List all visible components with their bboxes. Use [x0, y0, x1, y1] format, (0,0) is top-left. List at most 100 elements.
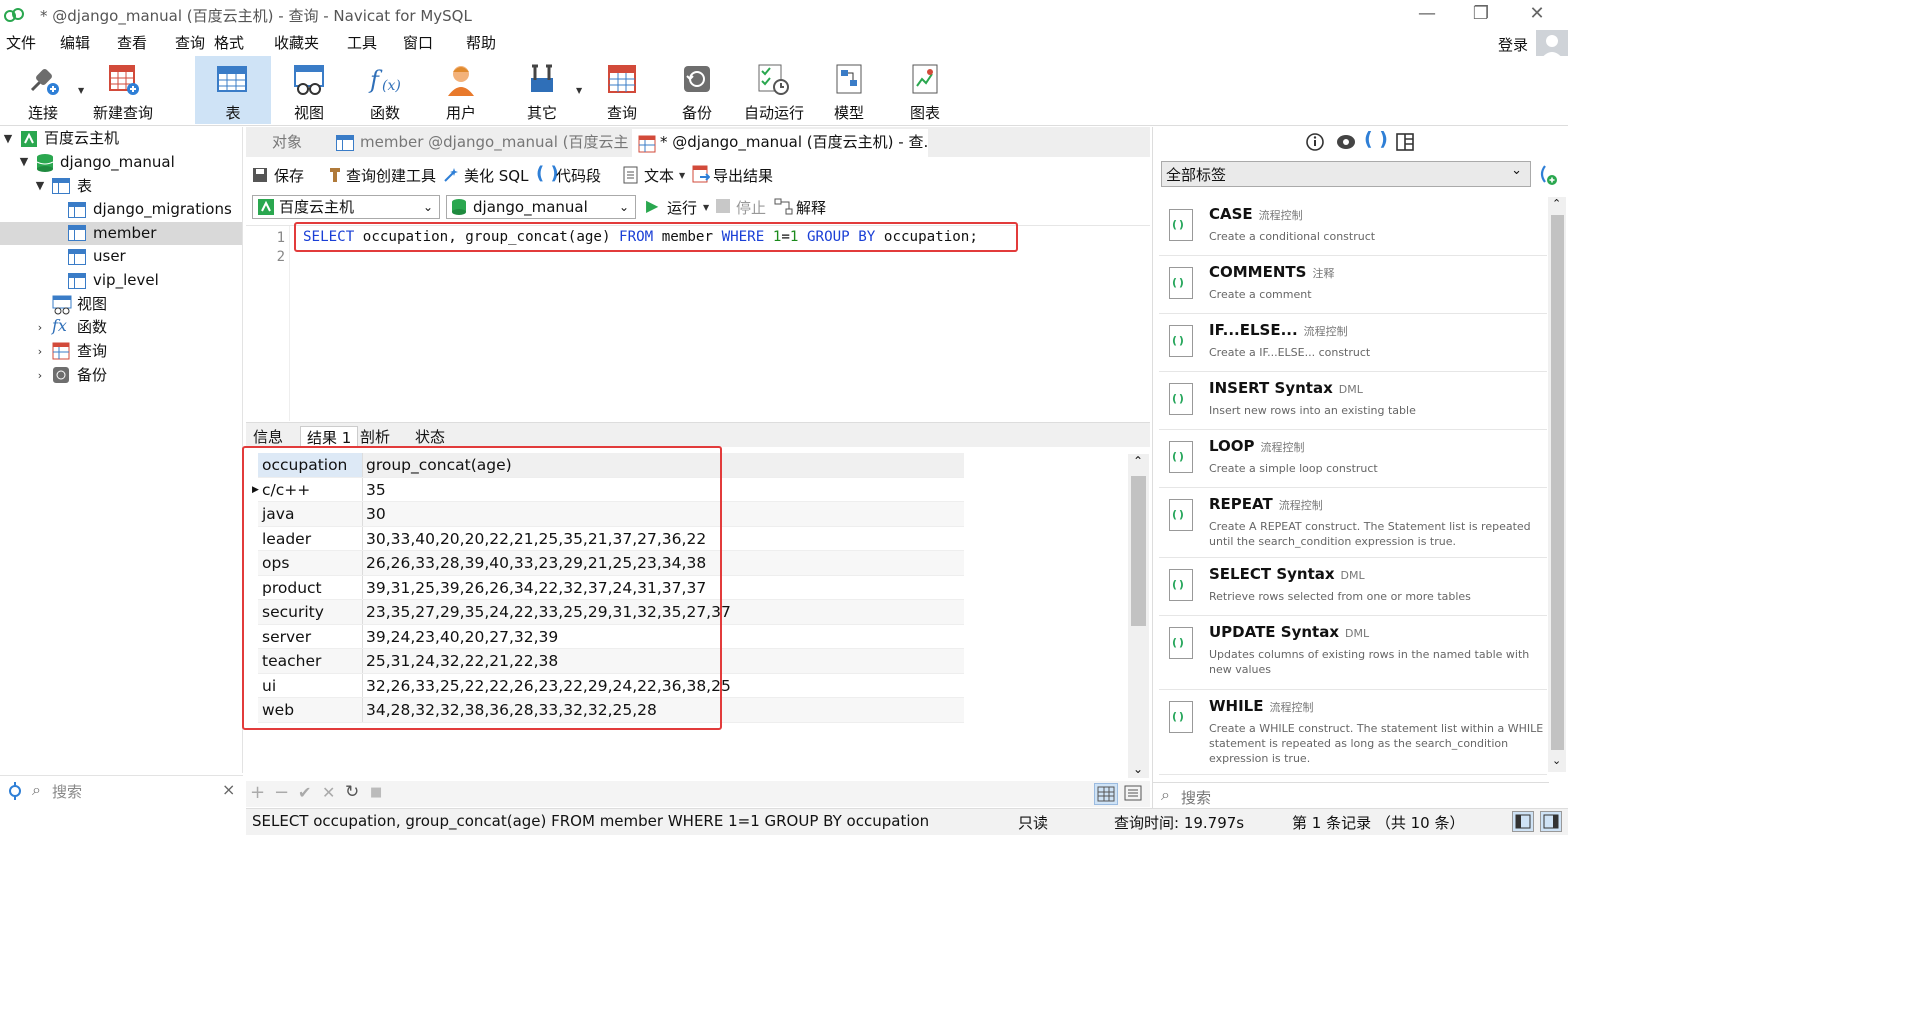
- discard-changes-button[interactable]: ✕: [322, 783, 335, 802]
- text-dropdown-icon[interactable]: ▼: [679, 171, 685, 180]
- explain-button[interactable]: 解释: [796, 197, 826, 218]
- expand-icon[interactable]: ›: [34, 369, 46, 382]
- tree-functions-group[interactable]: 函数: [77, 316, 107, 339]
- minimize-button[interactable]: —: [1404, 2, 1450, 28]
- collapse-icon[interactable]: ▼: [34, 179, 46, 192]
- snippet-item[interactable]: REPEAT 流程控制 Create A REPEAT construct. The…: [1159, 489, 1547, 558]
- run-button[interactable]: 运行: [667, 197, 697, 218]
- tab-objects[interactable]: 对象: [262, 129, 342, 157]
- view-tool-button[interactable]: 视图: [272, 56, 346, 124]
- sql-editor[interactable]: 1 2 SELECT occupation, group_concat(age)…: [246, 225, 1150, 421]
- snippet-item[interactable]: COMMENTS 注释Create a comment: [1159, 257, 1547, 314]
- menu-window[interactable]: 窗口: [403, 32, 433, 53]
- toggle-left-panel-button[interactable]: [1512, 811, 1534, 832]
- scroll-up-icon[interactable]: ⌃: [1552, 197, 1561, 210]
- scrollbar-thumb[interactable]: [1131, 476, 1146, 626]
- tree-connection[interactable]: 百度云主机: [44, 127, 119, 150]
- scroll-down-icon[interactable]: ⌄: [1552, 754, 1561, 767]
- database-select[interactable]: django_manual ⌄: [446, 195, 636, 219]
- menu-help[interactable]: 帮助: [466, 32, 496, 53]
- auto-run-tool-button[interactable]: 自动运行: [736, 56, 812, 124]
- menu-tools[interactable]: 工具: [347, 32, 377, 53]
- preview-eye-icon[interactable]: [1335, 132, 1357, 152]
- tree-database[interactable]: django_manual: [60, 151, 175, 174]
- connect-dropdown-icon[interactable]: ▼: [78, 86, 84, 95]
- menu-edit[interactable]: 编辑: [60, 32, 90, 53]
- search-clear-button[interactable]: ×: [222, 780, 235, 799]
- close-button[interactable]: ✕: [1514, 2, 1560, 28]
- backup-tool-button[interactable]: 备份: [660, 56, 734, 124]
- other-tool-button[interactable]: 其它: [505, 56, 579, 124]
- save-button[interactable]: 保存: [274, 165, 304, 186]
- export-results-button[interactable]: 导出结果: [713, 165, 773, 186]
- user-tool-button[interactable]: 用户: [424, 56, 498, 124]
- scrollbar-thumb[interactable]: [1551, 215, 1564, 750]
- run-dropdown-icon[interactable]: ▼: [703, 203, 709, 212]
- menu-query[interactable]: 查询: [175, 32, 205, 53]
- snippet-scrollbar[interactable]: ⌃ ⌄: [1548, 197, 1566, 772]
- panel-layout-icon[interactable]: [1395, 132, 1415, 152]
- snippet-icon[interactable]: ( ): [1364, 128, 1388, 150]
- apply-changes-button[interactable]: ✔: [298, 783, 311, 802]
- new-snippet-icon[interactable]: [1537, 163, 1559, 187]
- tab-status[interactable]: 状态: [415, 426, 445, 448]
- tree-table-django-migrations[interactable]: django_migrations: [93, 198, 232, 221]
- snippet-item[interactable]: WHILE 流程控制 Create a WHILE construct. The s…: [1159, 691, 1547, 775]
- tab-profile[interactable]: 剖析: [360, 426, 390, 448]
- menu-view[interactable]: 查看: [117, 32, 147, 53]
- menu-favorites[interactable]: 收藏夹: [274, 32, 319, 53]
- other-dropdown-icon[interactable]: ▼: [576, 86, 582, 95]
- grid-scrollbar[interactable]: ⌃ ⌄: [1128, 454, 1149, 778]
- stop-load-button[interactable]: ■: [370, 785, 382, 800]
- tree-table-vip-level[interactable]: vip_level: [93, 269, 159, 292]
- connection-select[interactable]: 百度云主机 ⌄: [252, 195, 440, 219]
- snippet-filter-select[interactable]: 全部标签 ⌄: [1161, 161, 1531, 187]
- query-builder-button[interactable]: 查询创建工具: [346, 165, 436, 186]
- tab-query[interactable]: * @django_manual (百度云主机) - 查...: [632, 129, 928, 157]
- chart-tool-button[interactable]: 图表: [888, 56, 962, 124]
- snippet-item[interactable]: LOOP 流程控制 Create a simple loop construct: [1159, 431, 1547, 488]
- delete-record-button[interactable]: −: [274, 782, 289, 803]
- new-query-button[interactable]: 新建查询: [86, 56, 160, 124]
- snippet-button[interactable]: 代码段: [556, 165, 601, 186]
- tab-result-1[interactable]: 结果 1: [300, 426, 359, 448]
- refresh-button[interactable]: ↻: [345, 782, 359, 802]
- stop-button[interactable]: 停止: [736, 197, 766, 218]
- expand-icon[interactable]: ›: [34, 321, 46, 334]
- snippet-search-input[interactable]: 搜索: [1181, 787, 1211, 808]
- tree-views-group[interactable]: 视图: [77, 293, 107, 316]
- toggle-right-panel-button[interactable]: [1540, 811, 1562, 832]
- scroll-down-icon[interactable]: ⌄: [1133, 762, 1143, 776]
- snippet-item[interactable]: IF...ELSE... 流程控制 Create a IF...ELSE... co…: [1159, 315, 1547, 372]
- beautify-sql-button[interactable]: 美化 SQL: [464, 165, 528, 186]
- info-icon[interactable]: [1305, 132, 1325, 152]
- function-tool-button[interactable]: f (x) 函数: [348, 56, 422, 124]
- tab-member[interactable]: member @django_manual (百度云主...: [352, 129, 630, 157]
- tree-queries-group[interactable]: 查询: [77, 340, 107, 363]
- grid-view-button[interactable]: [1094, 783, 1118, 805]
- snippet-item[interactable]: SELECT Syntax DML Retrieve rows selected f…: [1159, 559, 1547, 616]
- connect-button[interactable]: 连接: [6, 56, 80, 124]
- filter-icon[interactable]: [8, 782, 22, 800]
- snippet-item[interactable]: CASE 流程控制 Create a conditional construct: [1159, 199, 1547, 256]
- form-view-button[interactable]: [1122, 783, 1146, 805]
- scroll-up-icon[interactable]: ⌃: [1133, 454, 1143, 468]
- query-tool-button[interactable]: 查询: [585, 56, 659, 124]
- tree-table-member[interactable]: member: [93, 222, 156, 245]
- login-link[interactable]: 登录: [1498, 34, 1528, 55]
- expand-icon[interactable]: ›: [34, 345, 46, 358]
- table-tool-button[interactable]: 表: [195, 56, 271, 124]
- snippet-item[interactable]: UPDATE Syntax DML Updates columns of exist…: [1159, 617, 1547, 690]
- text-mode-button[interactable]: 文本: [644, 165, 674, 186]
- collapse-icon[interactable]: ▼: [18, 155, 30, 168]
- collapse-icon[interactable]: ▼: [2, 132, 14, 145]
- add-record-button[interactable]: +: [250, 782, 265, 803]
- snippet-item[interactable]: INSERT Syntax DML Insert new rows into an …: [1159, 373, 1547, 430]
- nav-search-input[interactable]: 搜索: [52, 781, 82, 802]
- tree-table-user[interactable]: user: [93, 245, 126, 268]
- menu-file[interactable]: 文件: [6, 32, 36, 53]
- restore-button[interactable]: ❐: [1458, 2, 1504, 28]
- model-tool-button[interactable]: 模型: [812, 56, 886, 124]
- tree-backups-group[interactable]: 备份: [77, 364, 107, 387]
- menu-format[interactable]: 格式: [214, 32, 244, 53]
